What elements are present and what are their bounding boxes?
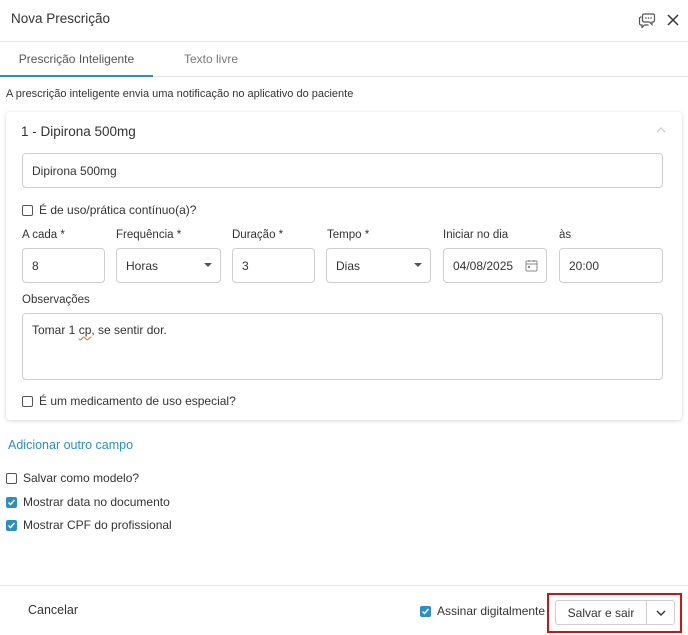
save-highlight-box: Salvar e sair (547, 593, 682, 633)
frequencia-label: Frequência * (116, 229, 182, 241)
mostrar-data-label: Mostrar data no documento (23, 495, 170, 509)
dropdown-arrow-icon (414, 263, 422, 267)
mostrar-cpf-checkbox[interactable] (6, 519, 17, 531)
mostrar-cpf-label: Mostrar CPF do profissional (23, 518, 172, 532)
duracao-input[interactable]: 3 (232, 248, 315, 283)
dropdown-arrow-icon (204, 263, 212, 267)
as-label: às (559, 229, 572, 241)
observacoes-label: Observações (22, 294, 90, 306)
tab-texto-livre[interactable]: Texto livre (160, 42, 262, 77)
special-checkbox[interactable] (22, 395, 33, 407)
calendar-icon[interactable] (525, 259, 538, 272)
prescription-card: 1 - Dipirona 500mg Dipirona 500mg É de u… (6, 112, 682, 420)
chat-icon[interactable] (636, 9, 658, 31)
duracao-label: Duração * (232, 229, 284, 241)
iniciar-date-input[interactable]: 04/08/2025 (443, 248, 547, 283)
observacoes-textarea[interactable]: Tomar 1 cp, se sentir dor. (22, 313, 663, 380)
sign-digitally-checkbox[interactable] (420, 605, 431, 617)
modal-title: Nova Prescrição (11, 11, 111, 26)
close-icon[interactable] (662, 9, 684, 31)
observacoes-misspelled-word: cp (78, 323, 92, 337)
observacoes-text-part2: , se sentir dor. (91, 323, 167, 337)
a-cada-input[interactable]: 8 (22, 248, 105, 283)
iniciar-label: Iniciar no dia (443, 229, 509, 241)
observacoes-text-part1: Tomar 1 (32, 323, 79, 337)
frequencia-select[interactable]: Horas (116, 248, 221, 283)
continuous-label: É de uso/prática contínuo(a)? (39, 203, 197, 217)
frequencia-value: Horas (126, 258, 159, 273)
medication-input[interactable]: Dipirona 500mg (22, 153, 663, 188)
chevron-down-icon (656, 610, 665, 616)
special-checkbox-row[interactable]: É um medicamento de uso especial? (22, 394, 236, 408)
prescription-title: 1 - Dipirona 500mg (21, 124, 136, 139)
sign-digitally-label: Assinar digitalmente (437, 604, 546, 618)
cancel-button[interactable]: Cancelar (28, 603, 78, 617)
tempo-value: Dias (336, 258, 361, 273)
save-options-dropdown[interactable] (646, 600, 675, 625)
modal-header: Nova Prescrição (0, 0, 688, 42)
salvar-modelo-checkbox[interactable] (6, 472, 17, 484)
a-cada-label: A cada * (22, 229, 65, 241)
modal-footer: Cancelar Assinar digitalmente Salvar e s… (0, 585, 688, 635)
tempo-select[interactable]: Dias (326, 248, 431, 283)
iniciar-value: 04/08/2025 (453, 258, 514, 273)
special-label: É um medicamento de uso especial? (39, 394, 236, 408)
tempo-label: Tempo * (327, 229, 370, 241)
as-time-input[interactable]: 20:00 (559, 248, 663, 283)
tab-bar: Prescrição Inteligente Texto livre (0, 42, 688, 77)
sign-digitally-row[interactable]: Assinar digitalmente (420, 604, 545, 618)
continuous-checkbox-row[interactable]: É de uso/prática contínuo(a)? (22, 203, 196, 217)
option-salvar-modelo[interactable]: Salvar como modelo? (6, 471, 139, 485)
add-field-link[interactable]: Adicionar outro campo (8, 438, 133, 452)
continuous-checkbox[interactable] (22, 204, 33, 216)
save-and-exit-button[interactable]: Salvar e sair (555, 600, 646, 625)
chevron-up-icon[interactable] (653, 122, 669, 138)
tab-prescricao-inteligente[interactable]: Prescrição Inteligente (0, 42, 153, 77)
option-mostrar-data[interactable]: Mostrar data no documento (6, 495, 170, 509)
info-text: A prescrição inteligente envia uma notif… (6, 88, 354, 100)
salvar-modelo-label: Salvar como modelo? (23, 471, 140, 485)
mostrar-data-checkbox[interactable] (6, 496, 17, 508)
option-mostrar-cpf[interactable]: Mostrar CPF do profissional (6, 518, 172, 532)
